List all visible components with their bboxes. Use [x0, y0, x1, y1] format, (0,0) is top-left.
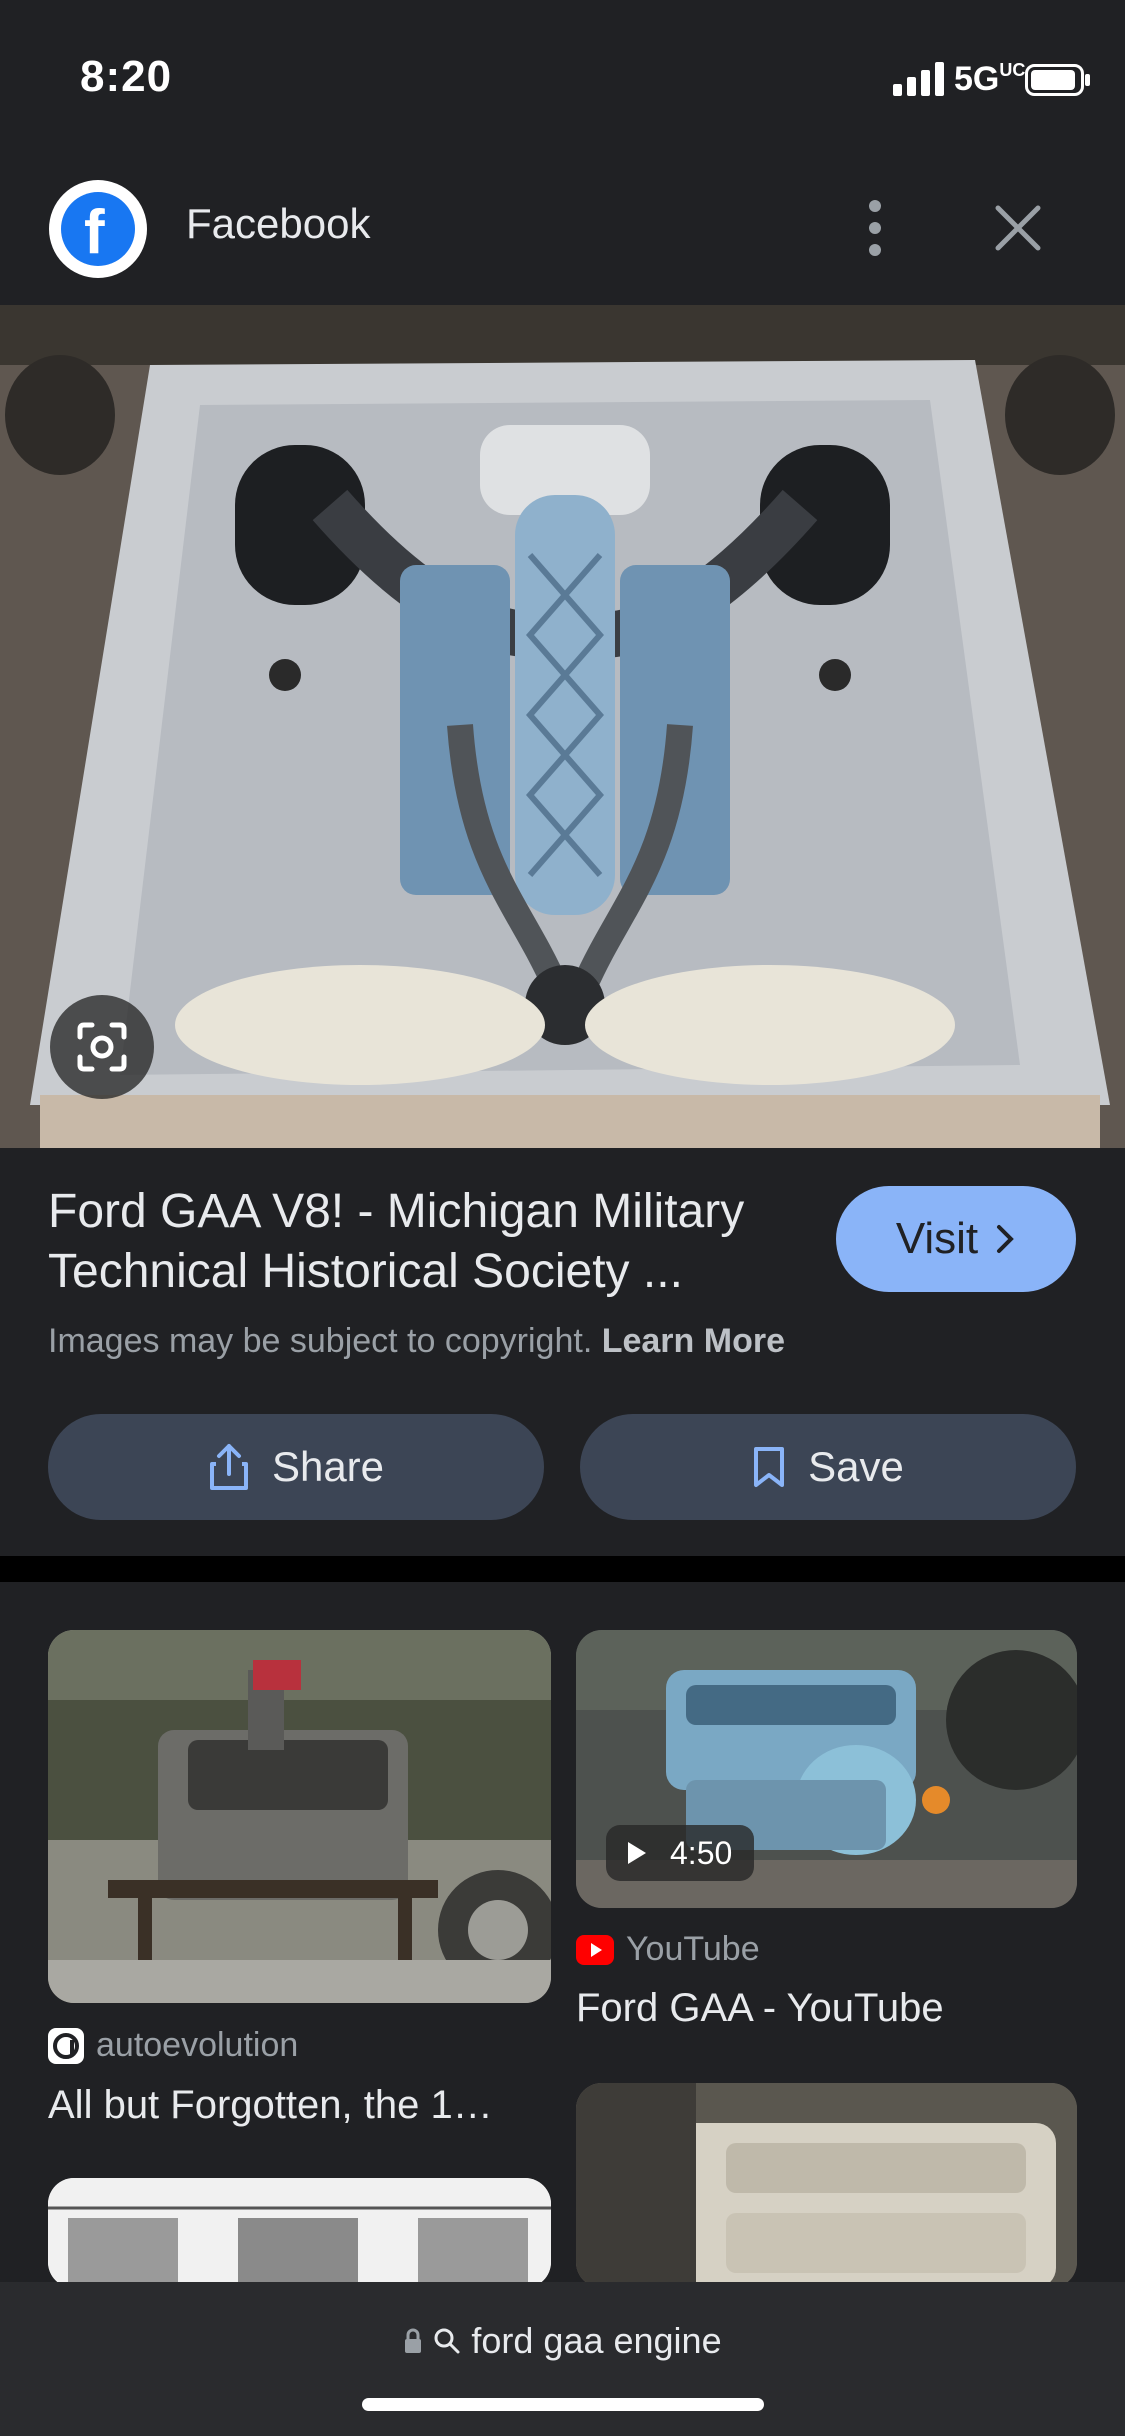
- copyright-text: Images may be subject to copyright.: [48, 1322, 593, 1360]
- related-source-1-name: autoevolution: [96, 2026, 299, 2064]
- section-divider: [0, 1556, 1125, 1582]
- address-bar[interactable]: ford gaa engine: [0, 2320, 1125, 2362]
- related-source-2: YouTube: [576, 1930, 760, 1969]
- related-title-1[interactable]: All but Forgotten, the 1…: [48, 2083, 551, 2128]
- copyright-notice: Images may be subject to copyright. Lear…: [48, 1322, 785, 1361]
- autoevolution-logo-icon: [48, 2027, 84, 2064]
- signal-strength-icon: [893, 62, 944, 96]
- learn-more-link[interactable]: Learn More: [602, 1322, 785, 1360]
- visit-label: Visit: [895, 1214, 979, 1263]
- network-label: 5G: [954, 60, 1000, 98]
- search-query: ford gaa engine: [471, 2320, 722, 2361]
- bookmark-icon: [754, 1447, 785, 1487]
- share-label: Share: [271, 1443, 385, 1490]
- lens-icon: [77, 1022, 127, 1072]
- home-indicator[interactable]: [362, 2398, 764, 2411]
- status-time: 8:20: [80, 52, 173, 101]
- source-name[interactable]: Facebook: [186, 200, 370, 248]
- google-lens-button[interactable]: [50, 995, 154, 1099]
- video-duration: 4:50: [670, 1834, 733, 1871]
- related-thumbnail-1[interactable]: [48, 1630, 551, 2003]
- chevron-right-icon: [997, 1225, 1014, 1253]
- engine-thumbnail: [48, 1630, 551, 2003]
- network-suffix: UC: [999, 60, 1026, 80]
- save-label: Save: [808, 1443, 904, 1490]
- related-source-2-name: YouTube: [626, 1930, 760, 1968]
- youtube-logo-icon: [576, 1934, 614, 1965]
- share-icon: [209, 1444, 248, 1490]
- play-icon: [628, 1842, 646, 1864]
- result-image[interactable]: [0, 305, 1125, 1148]
- result-title[interactable]: Ford GAA V8! - Michigan Military Technic…: [48, 1182, 808, 1302]
- search-icon: [434, 2328, 460, 2354]
- lock-icon: [405, 2328, 422, 2353]
- related-title-2[interactable]: Ford GAA - YouTube: [576, 1986, 944, 2031]
- visit-button[interactable]: Visit: [836, 1186, 1076, 1292]
- related-thumbnail-3[interactable]: [48, 2178, 551, 2288]
- video-duration-badge: 4:50: [606, 1825, 755, 1881]
- network-indicator: 5GUC: [954, 60, 1025, 99]
- facebook-logo-icon: f: [49, 180, 147, 278]
- share-button[interactable]: Share: [48, 1414, 544, 1520]
- save-button[interactable]: Save: [580, 1414, 1076, 1520]
- engine-closeup-thumbnail: [576, 2083, 1077, 2288]
- related-source-1: autoevolution: [48, 2026, 298, 2065]
- engine-photo: [0, 305, 1125, 1148]
- battery-icon: [1025, 64, 1090, 96]
- related-thumbnail-4[interactable]: [576, 2083, 1077, 2288]
- close-icon[interactable]: [990, 200, 1046, 256]
- more-options-icon[interactable]: [855, 196, 895, 260]
- diagram-thumbnail: [48, 2178, 551, 2288]
